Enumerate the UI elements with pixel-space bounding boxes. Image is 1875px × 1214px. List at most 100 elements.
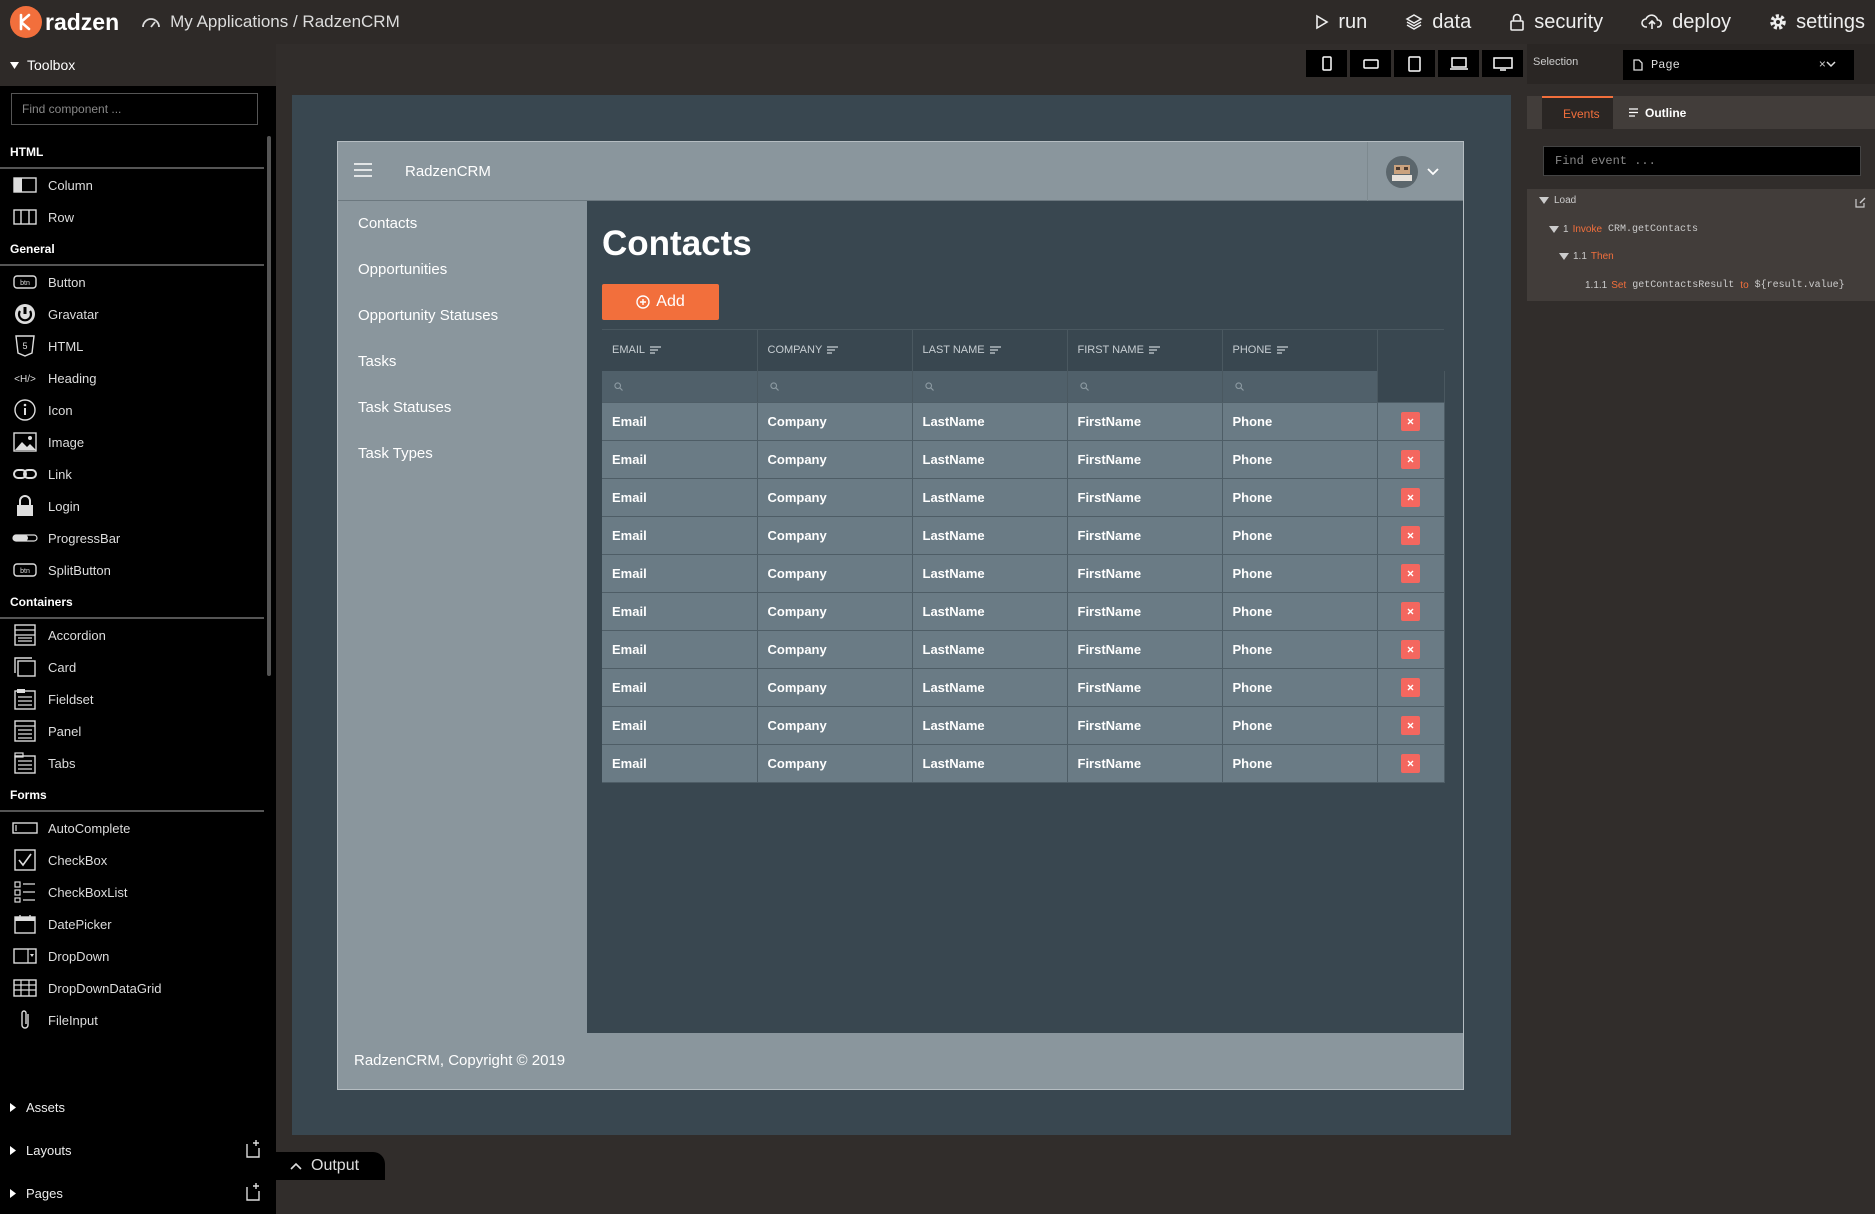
- toolbox-item-checkboxlist[interactable]: CheckBoxList: [0, 876, 264, 908]
- nav-tasks[interactable]: Tasks: [338, 339, 587, 385]
- settings-button[interactable]: settings: [1769, 11, 1865, 34]
- action-then[interactable]: 1.1 Then: [1559, 251, 1614, 262]
- nav-opportunities[interactable]: Opportunities: [338, 247, 587, 293]
- table-row[interactable]: Email Company LastName FirstName Phone: [602, 516, 1445, 555]
- profile-menu[interactable]: [1367, 142, 1463, 201]
- toolbox-item-splitbutton[interactable]: btn SplitButton: [0, 554, 264, 586]
- toolbox-item-fieldset[interactable]: Fieldset: [0, 683, 264, 715]
- tab-outline[interactable]: Outline: [1613, 96, 1702, 129]
- lock-icon: [1510, 13, 1525, 31]
- nav-contacts[interactable]: Contacts: [338, 201, 587, 247]
- toolbox-item-login[interactable]: Login: [0, 490, 264, 522]
- table-row[interactable]: Email Company LastName FirstName Phone: [602, 440, 1445, 479]
- toolbox-item-gravatar[interactable]: Gravatar: [0, 298, 264, 330]
- filter-cell-email[interactable]: [602, 370, 758, 403]
- deploy-button[interactable]: deploy: [1641, 11, 1731, 34]
- nav-task-statuses[interactable]: Task Statuses: [338, 385, 587, 431]
- toolbox-item-column[interactable]: Column: [0, 169, 264, 201]
- table-row[interactable]: Email Company LastName FirstName Phone: [602, 554, 1445, 593]
- selection-dropdown[interactable]: Page ×: [1623, 50, 1854, 80]
- delete-button[interactable]: [1401, 602, 1420, 621]
- table-row[interactable]: Email Company LastName FirstName Phone: [602, 592, 1445, 631]
- layouts-section[interactable]: Layouts: [0, 1129, 276, 1171]
- toolbox-item-autocomplete[interactable]: AutoComplete: [0, 812, 264, 844]
- table-row[interactable]: Email Company LastName FirstName Phone: [602, 402, 1445, 441]
- toolbox-item-card[interactable]: Card: [0, 651, 264, 683]
- filter-cell-phone[interactable]: [1222, 370, 1378, 403]
- delete-button[interactable]: [1401, 754, 1420, 773]
- toolbox-item-heading[interactable]: <H/> Heading: [0, 362, 264, 394]
- add-page-icon[interactable]: [244, 1182, 262, 1202]
- toolbox-item-panel[interactable]: Panel: [0, 715, 264, 747]
- find-component-input[interactable]: [11, 93, 258, 125]
- delete-button[interactable]: [1401, 640, 1420, 659]
- nav-task-types[interactable]: Task Types: [338, 431, 587, 477]
- run-button[interactable]: run: [1315, 11, 1367, 34]
- table-row[interactable]: Email Company LastName FirstName Phone: [602, 706, 1445, 745]
- toolbox-item-progressbar[interactable]: ProgressBar: [0, 522, 264, 554]
- delete-button[interactable]: [1401, 678, 1420, 697]
- toolbox-item-checkbox[interactable]: CheckBox: [0, 844, 264, 876]
- assets-section[interactable]: Assets: [0, 1086, 276, 1128]
- hamburger-menu-icon[interactable]: [354, 163, 372, 177]
- breadcrumb[interactable]: My Applications / RadzenCRM: [170, 12, 400, 32]
- toolbox-item-image[interactable]: Image: [0, 426, 264, 458]
- toolbox-item-fileinput[interactable]: FileInput: [0, 1004, 264, 1036]
- table-row[interactable]: Email Company LastName FirstName Phone: [602, 478, 1445, 517]
- pages-section[interactable]: Pages: [0, 1172, 276, 1214]
- toolbox-item-button[interactable]: btn Button: [0, 266, 264, 298]
- delete-button[interactable]: [1401, 450, 1420, 469]
- toolbox-header[interactable]: Toolbox: [0, 44, 276, 86]
- toolbox-item-datepicker[interactable]: DatePicker: [0, 908, 264, 940]
- device-laptop[interactable]: [1438, 50, 1479, 77]
- action-set[interactable]: 1.1.1 Set getContactsResult to ${result.…: [1585, 280, 1845, 291]
- column-header-first-name[interactable]: FIRST NAME: [1067, 329, 1223, 371]
- delete-button[interactable]: [1401, 488, 1420, 507]
- toolbox-item-icon[interactable]: Icon: [0, 394, 264, 426]
- toolbox-item-link[interactable]: Link: [0, 458, 264, 490]
- filter-cell-last-name[interactable]: [912, 370, 1068, 403]
- device-tablet[interactable]: [1394, 50, 1435, 77]
- clear-selection-icon[interactable]: ×: [1819, 58, 1826, 72]
- chevron-up-icon: [290, 1162, 302, 1170]
- dashboard-icon[interactable]: [141, 13, 161, 31]
- toolbox-item-html[interactable]: 5 HTML: [0, 330, 264, 362]
- filter-cell-first-name[interactable]: [1067, 370, 1223, 403]
- add-layout-icon[interactable]: [244, 1139, 262, 1159]
- chevron-down-icon[interactable]: [1826, 61, 1836, 68]
- delete-button[interactable]: [1401, 526, 1420, 545]
- radzen-logo[interactable]: radzen: [10, 6, 119, 38]
- app-header[interactable]: RadzenCRM: [338, 142, 1463, 201]
- column-header-phone[interactable]: PHONE: [1222, 329, 1378, 371]
- delete-button[interactable]: [1401, 564, 1420, 583]
- output-tab[interactable]: Output: [276, 1152, 385, 1180]
- toolbox-item-tabs[interactable]: Tabs: [0, 747, 264, 779]
- security-button[interactable]: security: [1509, 11, 1603, 34]
- action-invoke[interactable]: 1 Invoke CRM.getContacts: [1549, 224, 1698, 235]
- edit-icon[interactable]: [1854, 196, 1867, 209]
- add-button[interactable]: Add: [602, 284, 719, 320]
- device-phone-landscape[interactable]: [1350, 50, 1391, 77]
- column-header-last-name[interactable]: LAST NAME: [912, 329, 1068, 371]
- nav-opportunity-statuses[interactable]: Opportunity Statuses: [338, 293, 587, 339]
- device-desktop[interactable]: [1482, 50, 1523, 77]
- filter-cell-company[interactable]: [757, 370, 913, 403]
- toolbox-item-accordion[interactable]: Accordion: [0, 619, 264, 651]
- toolbox-item-dropdowndatagrid[interactable]: DropDownDataGrid: [0, 972, 264, 1004]
- toolbox-item-row[interactable]: Row: [0, 201, 264, 233]
- table-row[interactable]: Email Company LastName FirstName Phone: [602, 668, 1445, 707]
- app-preview[interactable]: RadzenCRM Contacts Opportunities Opportu…: [337, 141, 1464, 1090]
- table-row[interactable]: Email Company LastName FirstName Phone: [602, 744, 1445, 783]
- toolbox-item-dropdown[interactable]: DropDown: [0, 940, 264, 972]
- table-row[interactable]: Email Company LastName FirstName Phone: [602, 630, 1445, 669]
- find-event-input[interactable]: [1543, 146, 1861, 176]
- delete-button[interactable]: [1401, 412, 1420, 431]
- device-phone-portrait[interactable]: [1306, 50, 1347, 77]
- toolbox-scrollbar[interactable]: [267, 136, 271, 676]
- tab-events[interactable]: Events: [1542, 96, 1613, 129]
- event-load[interactable]: Load: [1539, 195, 1576, 206]
- column-header-email[interactable]: EMAIL: [602, 329, 758, 371]
- delete-button[interactable]: [1401, 716, 1420, 735]
- column-header-company[interactable]: COMPANY: [757, 329, 913, 371]
- data-button[interactable]: data: [1405, 11, 1471, 34]
